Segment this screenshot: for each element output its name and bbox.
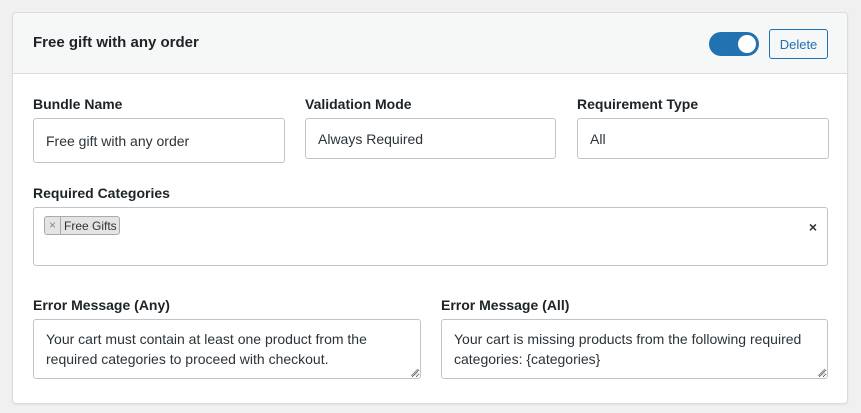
enable-toggle[interactable] xyxy=(709,32,759,56)
error-any-textarea[interactable]: Your cart must contain at least one prod… xyxy=(33,319,421,379)
resize-grip-icon[interactable] xyxy=(410,368,418,376)
required-categories-label: Required Categories xyxy=(33,185,170,201)
error-all-text: Your cart is missing products from the f… xyxy=(454,331,802,367)
card-header: Free gift with any order Delete xyxy=(13,13,847,74)
error-all-label: Error Message (All) xyxy=(441,297,570,313)
chip-remove-icon[interactable]: × xyxy=(45,217,61,234)
requirement-type-label: Requirement Type xyxy=(577,96,699,112)
requirement-type-select[interactable]: All xyxy=(577,118,829,159)
clear-selection-icon[interactable]: × xyxy=(809,219,817,235)
bundle-name-input[interactable]: Free gift with any order xyxy=(33,118,285,163)
category-chip: × Free Gifts xyxy=(44,216,120,235)
bundle-card: Free gift with any order Delete Bundle N… xyxy=(12,12,848,404)
toggle-knob xyxy=(738,35,756,53)
chip-label: Free Gifts xyxy=(64,218,117,233)
validation-mode-value: Always Required xyxy=(318,130,424,147)
bundle-name-label: Bundle Name xyxy=(33,96,123,112)
validation-mode-select[interactable]: Always Required xyxy=(305,118,556,159)
validation-mode-label: Validation Mode xyxy=(305,96,412,112)
error-all-textarea[interactable]: Your cart is missing products from the f… xyxy=(441,319,828,379)
requirement-type-value: All xyxy=(590,130,606,147)
resize-grip-icon[interactable] xyxy=(817,368,825,376)
bundle-name-value: Free gift with any order xyxy=(46,132,190,149)
error-any-text: Your cart must contain at least one prod… xyxy=(46,331,367,367)
required-categories-select[interactable]: × Free Gifts × xyxy=(33,207,828,266)
bundle-title: Free gift with any order xyxy=(33,34,199,51)
error-any-label: Error Message (Any) xyxy=(33,297,170,313)
delete-button[interactable]: Delete xyxy=(769,29,828,59)
